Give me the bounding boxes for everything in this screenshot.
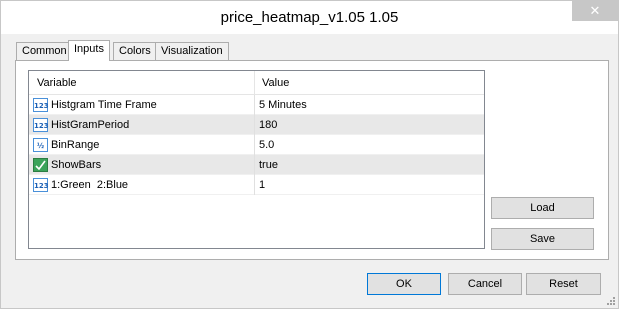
inputs-grid[interactable]: Variable Value 123 Histgram Time Frame 5… bbox=[28, 70, 485, 249]
int-icon: 123 bbox=[33, 98, 49, 112]
fraction-icon: ½ bbox=[33, 138, 48, 152]
table-row[interactable]: ½ BinRange 5.0 bbox=[29, 135, 484, 155]
resize-grip-icon[interactable] bbox=[605, 295, 615, 305]
tab-visualization[interactable]: Visualization bbox=[155, 42, 229, 61]
tab-common[interactable]: Common bbox=[16, 42, 73, 61]
window-title: price_heatmap_v1.05 1.05 bbox=[220, 9, 399, 26]
table-row[interactable]: 123 1:Green 2:Blue 1 bbox=[29, 175, 484, 195]
title-bar[interactable]: price_heatmap_v1.05 1.05 ✕ bbox=[1, 1, 618, 34]
value-cell[interactable]: 1 bbox=[259, 175, 265, 195]
column-divider bbox=[254, 175, 255, 195]
variable-name: Histgram Time Frame bbox=[51, 99, 157, 111]
reset-button[interactable]: Reset bbox=[526, 273, 601, 295]
table-row[interactable]: 123 Histgram Time Frame 5 Minutes bbox=[29, 95, 484, 115]
close-icon: ✕ bbox=[589, 3, 601, 18]
tab-inputs[interactable]: Inputs bbox=[68, 40, 110, 61]
dialog-window: price_heatmap_v1.05 1.05 ✕ Common Inputs… bbox=[0, 0, 619, 309]
int-icon: 123 bbox=[33, 118, 49, 132]
ok-button[interactable]: OK bbox=[367, 273, 441, 295]
table-row[interactable]: 123 HistGramPeriod 180 bbox=[29, 115, 484, 135]
variable-name: HistGramPeriod bbox=[51, 119, 130, 131]
table-row[interactable]: ShowBars true bbox=[29, 155, 484, 175]
header-value[interactable]: Value bbox=[254, 71, 289, 95]
column-divider bbox=[254, 95, 255, 115]
inputs-panel: Variable Value 123 Histgram Time Frame 5… bbox=[15, 60, 609, 260]
value-cell[interactable]: 5.0 bbox=[259, 135, 274, 155]
header-variable[interactable]: Variable bbox=[29, 71, 77, 95]
column-divider bbox=[254, 155, 255, 175]
variable-name: 1:Green 2:Blue bbox=[51, 179, 129, 191]
value-cell[interactable]: 5 Minutes bbox=[259, 95, 307, 115]
value-cell[interactable]: 180 bbox=[259, 115, 277, 135]
int-icon: 123 bbox=[33, 178, 49, 192]
variable-name: ShowBars bbox=[51, 159, 102, 171]
cancel-button[interactable]: Cancel bbox=[448, 273, 522, 295]
save-button[interactable]: Save bbox=[491, 228, 594, 250]
variable-name: BinRange bbox=[51, 139, 100, 151]
load-button[interactable]: Load bbox=[491, 197, 594, 219]
column-divider bbox=[254, 135, 255, 155]
tab-colors[interactable]: Colors bbox=[113, 42, 157, 61]
column-divider bbox=[254, 115, 255, 135]
bool-icon bbox=[33, 158, 48, 172]
grid-header: Variable Value bbox=[29, 71, 484, 95]
value-cell[interactable]: true bbox=[259, 155, 278, 175]
close-button[interactable]: ✕ bbox=[572, 1, 618, 21]
